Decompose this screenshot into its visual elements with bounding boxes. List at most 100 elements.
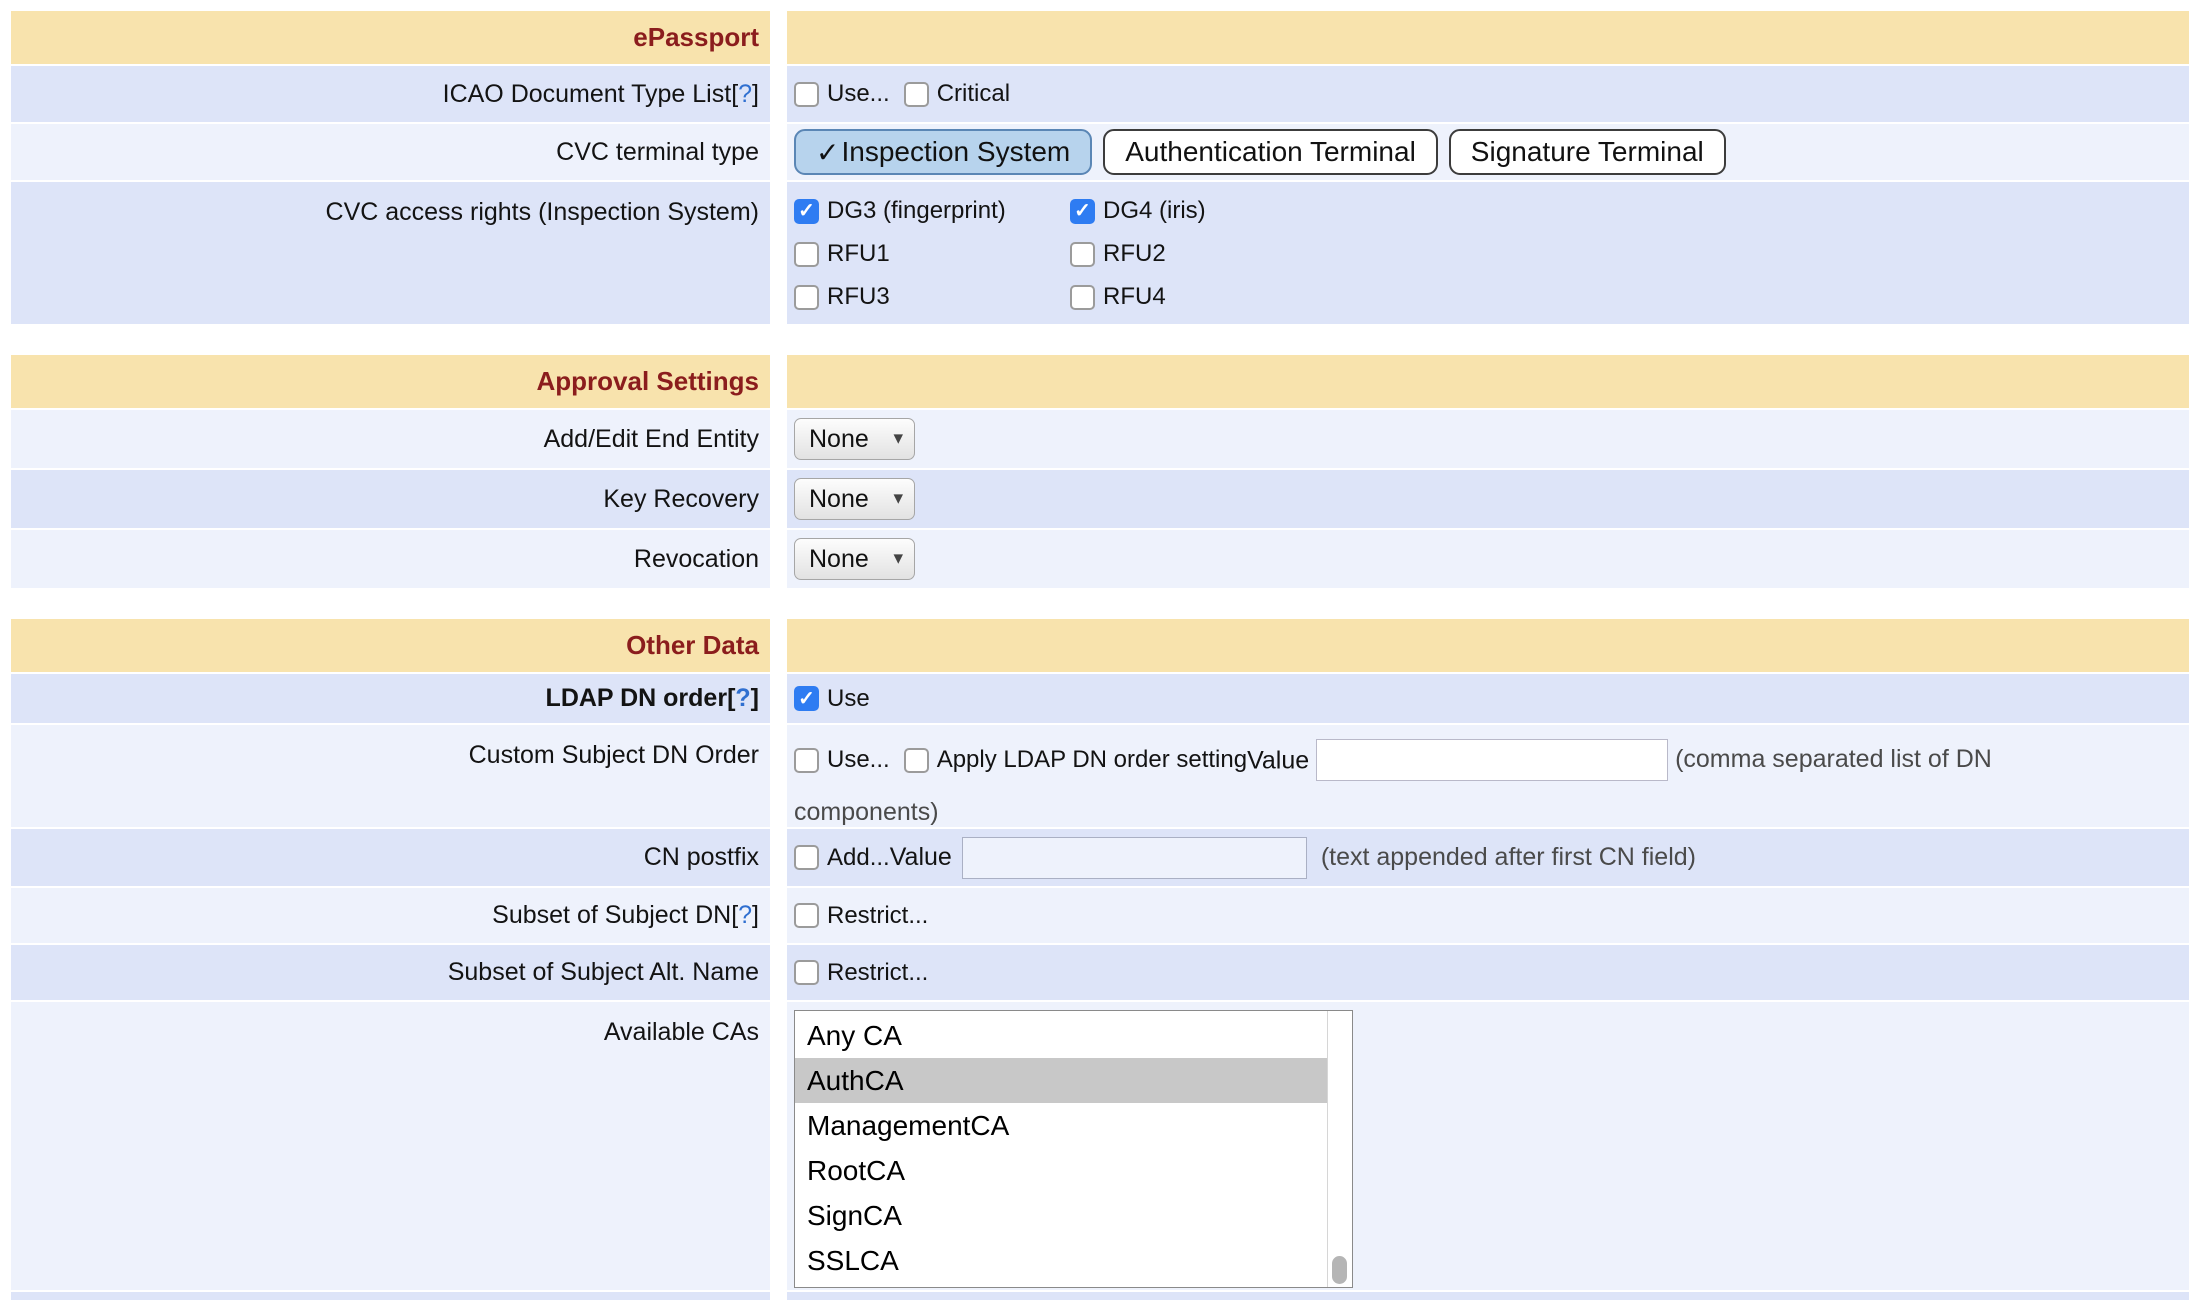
- subset-subject-dn-restrict-label: Restrict...: [827, 902, 928, 930]
- ca-option-any-ca[interactable]: Any CA: [795, 1013, 1327, 1058]
- icao-help-link[interactable]: ?: [731, 80, 759, 108]
- cn-postfix-hint: (text appended after first CN field): [1321, 843, 1696, 872]
- row-content-cell: Add... Value (text appended after first …: [787, 829, 2189, 886]
- row-custom-subject-dn-order: Custom Subject DN Order Use... Apply LDAP…: [11, 725, 2189, 827]
- icao-critical-checkbox-group[interactable]: Critical: [904, 80, 1010, 108]
- row-revocation: Revocation None: [11, 530, 2189, 588]
- row-content-cell: None: [787, 470, 2189, 528]
- custom-dn-use-checkbox[interactable]: [794, 748, 819, 773]
- rfu4-checkbox-group[interactable]: RFU4: [1070, 282, 2189, 312]
- subset-subject-alt-name-restrict-label: Restrict...: [827, 959, 928, 987]
- cvc-terminal-authentication-terminal-button[interactable]: Authentication Terminal: [1103, 129, 1438, 175]
- row-key-recovery: Key Recovery None: [11, 470, 2189, 528]
- dg3-label: DG3 (fingerprint): [827, 197, 1006, 225]
- rfu1-checkbox[interactable]: [794, 242, 819, 267]
- cn-postfix-add-label: Add...: [827, 844, 890, 872]
- row-subset-of-subject-dn: Subset of Subject DN? Restrict...: [11, 888, 2189, 943]
- cn-postfix-add-checkbox[interactable]: [794, 845, 819, 870]
- row-label-cell: Available CAs: [11, 1002, 770, 1290]
- ldap-label-text: LDAP DN order: [546, 684, 728, 712]
- section-approval-settings: Approval Settings Add/Edit End Entity No…: [11, 355, 2189, 588]
- cn-postfix-value-input[interactable]: [962, 837, 1307, 879]
- row-available-cas: Available CAs Any CA AuthCA ManagementCA…: [11, 1002, 2189, 1290]
- subset-dn-label-text: Subset of Subject DN: [492, 901, 731, 929]
- rfu2-checkbox-group[interactable]: RFU2: [1070, 239, 2189, 269]
- section-header-epassport: ePassport: [11, 11, 2189, 64]
- custom-dn-apply-checkbox[interactable]: [904, 748, 929, 773]
- row-label-cell: Custom Subject DN Order: [11, 725, 770, 827]
- revocation-select[interactable]: None: [794, 538, 915, 580]
- dg4-checkbox-group[interactable]: DG4 (iris): [1070, 196, 2189, 226]
- certificate-profile-form: ePassport ICAO Document Type List? Use..…: [0, 0, 2200, 1300]
- rfu2-label: RFU2: [1103, 240, 1166, 268]
- cvc-terminal-signature-terminal-button[interactable]: Signature Terminal: [1449, 129, 1726, 175]
- key-recovery-label: Key Recovery: [603, 485, 759, 514]
- header-content-cell: [787, 619, 2189, 672]
- icao-use-checkbox-group[interactable]: Use...: [794, 80, 890, 108]
- ca-option-signca[interactable]: SignCA: [795, 1193, 1327, 1238]
- rfu4-checkbox[interactable]: [1070, 285, 1095, 310]
- dg3-checkbox-group[interactable]: DG3 (fingerprint): [794, 196, 1070, 226]
- partially-visible-next-row: [11, 1292, 2189, 1300]
- dg4-checkbox[interactable]: [1070, 199, 1095, 224]
- row-cvc-terminal-type: CVC terminal type ✓ Inspection System Au…: [11, 124, 2189, 180]
- subset-subject-dn-restrict-checkbox-group[interactable]: Restrict...: [794, 902, 928, 930]
- row-content-cell: Any CA AuthCA ManagementCA RootCA SignCA…: [787, 1002, 2189, 1290]
- icao-document-type-list-label: ICAO Document Type List?: [443, 80, 759, 109]
- row-label-cell: CVC access rights (Inspection System): [11, 182, 770, 324]
- select-value: None: [809, 425, 869, 454]
- ldap-dn-order-help-link[interactable]: ?: [727, 684, 759, 712]
- select-value: None: [809, 485, 869, 514]
- row-ldap-dn-order: LDAP DN order? Use: [11, 674, 2189, 723]
- add-edit-end-entity-select[interactable]: None: [794, 418, 915, 460]
- section-header-other-data: Other Data: [11, 619, 2189, 672]
- custom-dn-apply-checkbox-group[interactable]: Apply LDAP DN order setting: [904, 734, 1247, 786]
- cvc-access-rights-label: CVC access rights (Inspection System): [326, 198, 759, 227]
- subset-subject-alt-name-restrict-checkbox[interactable]: [794, 960, 819, 985]
- subset-subject-dn-restrict-checkbox[interactable]: [794, 903, 819, 928]
- ca-option-sslca[interactable]: SSLCA: [795, 1238, 1327, 1283]
- ldap-dn-order-use-label: Use: [827, 685, 870, 713]
- custom-dn-value-input[interactable]: [1316, 739, 1668, 781]
- button-label: Authentication Terminal: [1125, 136, 1416, 168]
- icao-use-checkbox[interactable]: [794, 82, 819, 107]
- key-recovery-select[interactable]: None: [794, 478, 915, 520]
- header-label-cell: ePassport: [11, 11, 770, 64]
- dg4-label: DG4 (iris): [1103, 197, 1206, 225]
- listbox-options: Any CA AuthCA ManagementCA RootCA SignCA…: [795, 1011, 1327, 1287]
- icao-critical-checkbox[interactable]: [904, 82, 929, 107]
- cvc-terminal-type-label: CVC terminal type: [556, 138, 759, 167]
- rfu4-label: RFU4: [1103, 283, 1166, 311]
- rfu3-checkbox[interactable]: [794, 285, 819, 310]
- cvc-terminal-inspection-system-button[interactable]: ✓ Inspection System: [794, 129, 1092, 175]
- dg3-checkbox[interactable]: [794, 199, 819, 224]
- section-gap: [11, 326, 2189, 355]
- row-label-cell: Revocation: [11, 530, 770, 588]
- custom-dn-use-checkbox-group[interactable]: Use...: [794, 734, 890, 786]
- subset-subject-alt-name-restrict-checkbox-group[interactable]: Restrict...: [794, 959, 928, 987]
- row-label-cell: CVC terminal type: [11, 124, 770, 180]
- ldap-dn-order-use-checkbox-group[interactable]: Use: [794, 685, 870, 713]
- check-icon: ✓: [816, 136, 839, 169]
- subset-dn-help-link[interactable]: ?: [731, 901, 759, 929]
- ca-option-managementca[interactable]: ManagementCA: [795, 1103, 1327, 1148]
- ca-option-rootca[interactable]: RootCA: [795, 1148, 1327, 1193]
- scrollbar-thumb[interactable]: [1332, 1256, 1347, 1284]
- rfu3-checkbox-group[interactable]: RFU3: [794, 282, 1070, 312]
- section-other-data: Other Data LDAP DN order? Use Custom Sub…: [11, 619, 2189, 1300]
- icao-critical-label: Critical: [937, 80, 1010, 108]
- ldap-dn-order-use-checkbox[interactable]: [794, 686, 819, 711]
- ldap-dn-order-label: LDAP DN order?: [546, 684, 759, 713]
- rfu1-checkbox-group[interactable]: RFU1: [794, 239, 1070, 269]
- button-label: Signature Terminal: [1471, 136, 1704, 168]
- row-label-cell: LDAP DN order?: [11, 674, 770, 723]
- ca-option-authca[interactable]: AuthCA: [795, 1058, 1327, 1103]
- rfu2-checkbox[interactable]: [1070, 242, 1095, 267]
- row-icao-document-type-list: ICAO Document Type List? Use... Critical: [11, 66, 2189, 122]
- available-cas-listbox[interactable]: Any CA AuthCA ManagementCA RootCA SignCA…: [794, 1010, 1353, 1288]
- listbox-scrollbar[interactable]: [1327, 1011, 1352, 1287]
- row-content-cell: [787, 1292, 2189, 1300]
- row-content-cell: Use: [787, 674, 2189, 723]
- cn-postfix-add-checkbox-group[interactable]: Add...: [794, 844, 890, 872]
- section-title-other-data: Other Data: [626, 630, 759, 661]
